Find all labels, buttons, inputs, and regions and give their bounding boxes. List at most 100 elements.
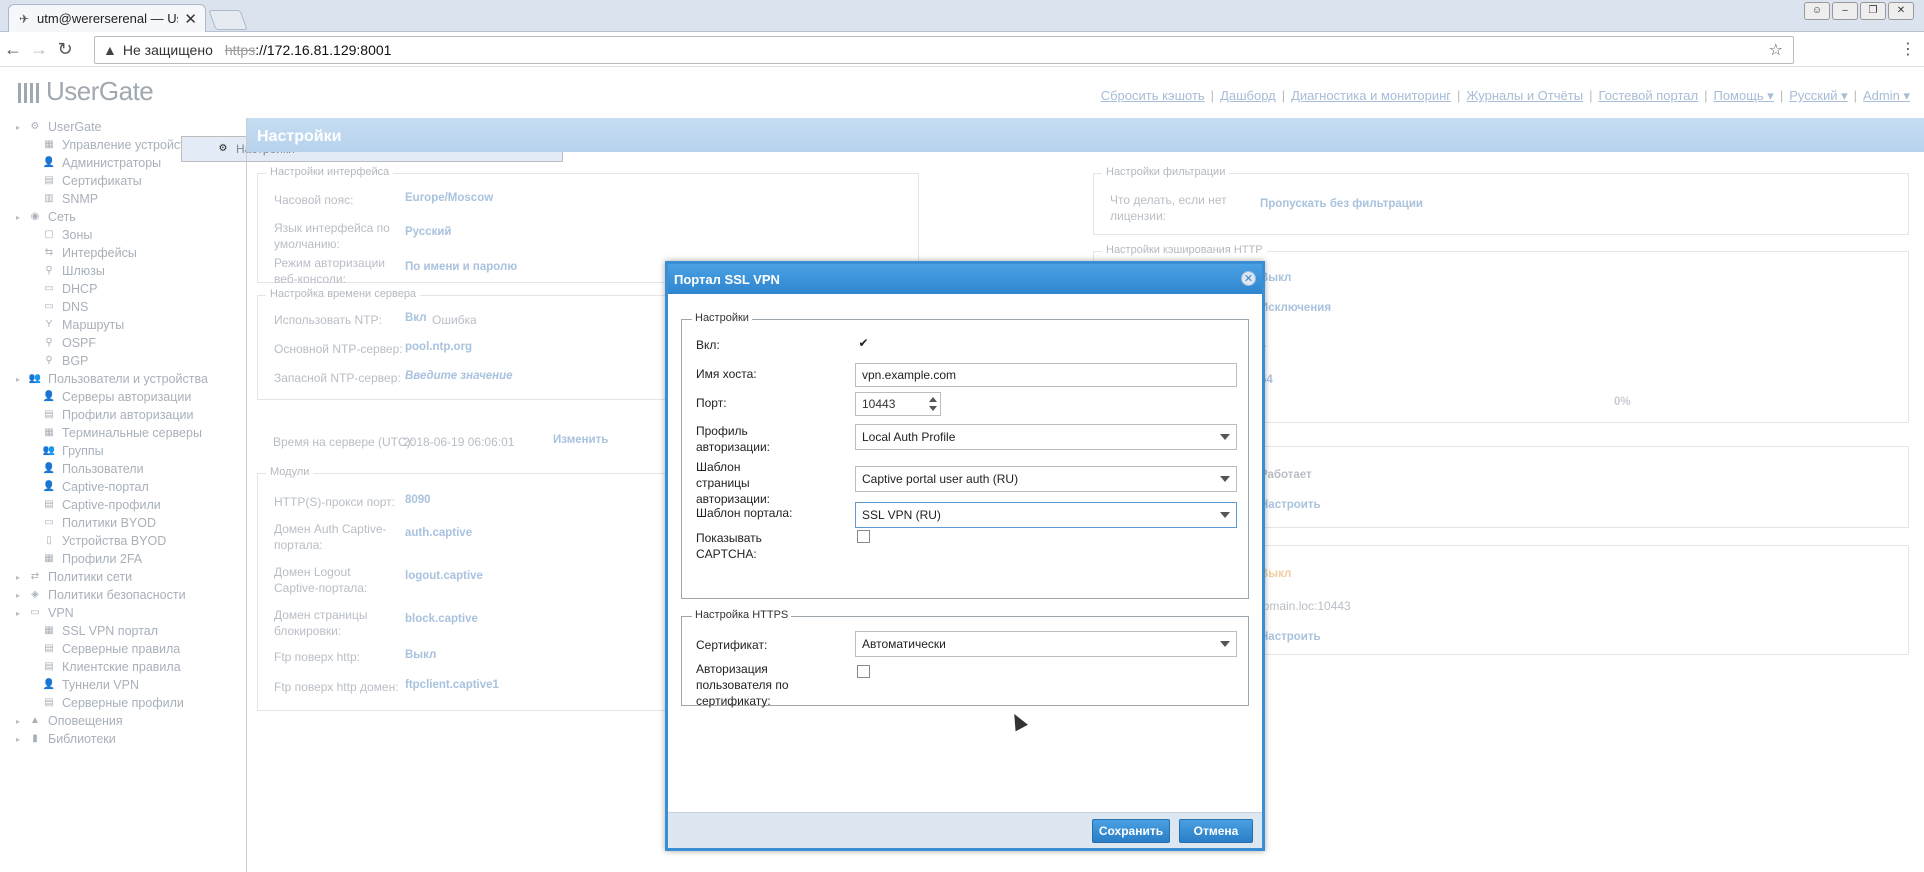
tz-value[interactable]: Europe/Moscow	[405, 192, 493, 204]
bookmark-star-icon[interactable]: ☆	[1769, 40, 1783, 60]
topnav-link[interactable]: Журналы и Отчёты	[1466, 88, 1583, 104]
topnav-link[interactable]: Диагностика и мониторинг	[1291, 88, 1451, 104]
reload-icon[interactable]: ↻	[52, 39, 78, 60]
auth-domain-value[interactable]: auth.captive	[405, 527, 472, 539]
configure-link[interactable]: Настроить	[1260, 499, 1321, 511]
cancel-button[interactable]: Отмена	[1179, 819, 1253, 843]
sidebar-item[interactable]: ▤ Клиентские правила	[8, 658, 246, 676]
ntp-value[interactable]: Вкл	[405, 312, 427, 324]
sidebar-item[interactable]: 👤 Серверы авторизации	[8, 388, 246, 406]
sidebar-item[interactable]: ▸ 👥 Пользователи и устройства	[8, 370, 246, 388]
enabled-checkbox[interactable]: ✔	[857, 337, 870, 351]
expand-icon[interactable]: ▸	[16, 573, 26, 582]
expand-icon[interactable]: ▸	[16, 609, 26, 618]
hostname-input[interactable]: vpn.example.com	[855, 363, 1237, 387]
port-stepper[interactable]: 10443	[855, 392, 941, 416]
user-icon[interactable]: ☺	[1804, 2, 1830, 20]
captcha-checkbox[interactable]	[857, 530, 870, 543]
sidebar-item[interactable]: ▦ Профили 2FA	[8, 550, 246, 568]
sidebar-item[interactable]: ▸ ▮ Библиотеки	[8, 730, 246, 748]
sidebar-item[interactable]: ▸ ▭ VPN	[8, 604, 246, 622]
sidebar-item[interactable]: ⚲ OSPF	[8, 334, 246, 352]
server-time-label: Время на сервере (UTC):	[273, 435, 414, 449]
stepper-up-icon[interactable]	[929, 397, 937, 402]
certificate-value: Автоматически	[862, 637, 946, 651]
sidebar-item[interactable]: 👥 Группы	[8, 442, 246, 460]
expand-icon[interactable]: ▸	[16, 591, 26, 600]
sidebar-item-icon: ▢	[44, 229, 54, 240]
portal-template-select[interactable]: SSL VPN (RU)	[855, 502, 1237, 528]
maximize-button[interactable]: ❐	[1860, 2, 1886, 20]
ftp-value[interactable]: Выкл	[405, 649, 436, 661]
sidebar-item[interactable]: ▤ Серверные правила	[8, 640, 246, 658]
sidebar-item[interactable]: ⚲ Шлюзы	[8, 262, 246, 280]
auth-value[interactable]: По имени и паролю	[405, 261, 517, 273]
expand-icon[interactable]: ▸	[16, 375, 26, 384]
sidebar-item[interactable]: ▤ Серверные профили	[8, 694, 246, 712]
sidebar-item[interactable]: ▸ ▲ Оповещения	[8, 712, 246, 730]
sidebar-item[interactable]: ▤ Профили авторизации	[8, 406, 246, 424]
ftp-domain-value[interactable]: ftpclient.captive1	[405, 679, 499, 691]
lang-label: Язык интерфейса по умолчанию:	[274, 221, 390, 251]
sidebar-item-icon: ▤	[44, 643, 54, 654]
license-value[interactable]: Пропускать без фильтрации	[1260, 198, 1423, 210]
sidebar-item[interactable]: ▢ Зоны	[8, 226, 246, 244]
sidebar-item-label: Политики безопасности	[48, 588, 186, 602]
topnav-link[interactable]: Гостевой портал	[1598, 88, 1698, 104]
ntp-backup-value[interactable]: Введите значение	[405, 370, 513, 382]
sidebar-item[interactable]: ▤ Captive-профили	[8, 496, 246, 514]
topnav-link[interactable]: Admin ▾	[1863, 88, 1910, 104]
vpn-configure-link[interactable]: Настроить	[1260, 631, 1321, 643]
expand-icon[interactable]: ▸	[16, 717, 26, 726]
sidebar-item[interactable]: ⚲ BGP	[8, 352, 246, 370]
sidebar-item[interactable]: 👤 Пользователи	[8, 460, 246, 478]
sidebar-item[interactable]: ⇆ Интерфейсы	[8, 244, 246, 262]
new-tab-button[interactable]	[208, 10, 248, 30]
topnav-link[interactable]: Помощь ▾	[1713, 88, 1773, 104]
topnav-link[interactable]: Русский ▾	[1789, 88, 1847, 104]
ntp-main-value[interactable]: pool.ntp.org	[405, 341, 472, 353]
sidebar-item[interactable]: ▥ SNMP	[8, 190, 246, 208]
sidebar-item[interactable]: ▸ ◈ Политики безопасности	[8, 586, 246, 604]
block-domain-value[interactable]: block.captive	[405, 613, 478, 625]
minimize-button[interactable]: –	[1832, 2, 1858, 20]
sidebar-item[interactable]: ▸ ⇄ Политики сети	[8, 568, 246, 586]
tab-close-icon[interactable]: ✕	[184, 10, 197, 28]
auth-profile-select[interactable]: Local Auth Profile	[855, 424, 1237, 450]
sidebar-item[interactable]: Y Маршруты	[8, 316, 246, 334]
certificate-select[interactable]: Автоматически	[855, 631, 1237, 657]
cache-exceptions-link[interactable]: Исключения	[1260, 302, 1331, 314]
sidebar-item[interactable]: ▸ ◉ Сеть	[8, 208, 246, 226]
expand-icon[interactable]: ▸	[16, 735, 26, 744]
change-time-link[interactable]: Изменить	[553, 434, 608, 446]
browser-menu-icon[interactable]: ⋮	[1900, 39, 1916, 59]
sidebar-item[interactable]: 👤 Captive-портал	[8, 478, 246, 496]
expand-icon[interactable]: ▸	[16, 213, 26, 222]
stepper-down-icon[interactable]	[929, 406, 937, 411]
topnav-link[interactable]: Сбросить кэшоть	[1101, 88, 1205, 104]
close-window-button[interactable]: ✕	[1888, 2, 1914, 20]
topnav-link[interactable]: Дашборд	[1220, 88, 1276, 104]
cert-auth-checkbox[interactable]	[857, 665, 870, 678]
sidebar-item[interactable]: ▭ Политики BYOD	[8, 514, 246, 532]
sidebar-item[interactable]: 👤 Туннели VPN	[8, 676, 246, 694]
sidebar-item[interactable]: ▭ DHCP	[8, 280, 246, 298]
browser-tab[interactable]: ✈ utm@wererserenal — Us ✕	[8, 4, 206, 32]
save-button[interactable]: Сохранить	[1092, 819, 1170, 843]
url-input[interactable]: ▲ Не защищено https ://172.16.81.129:800…	[94, 36, 1794, 64]
sidebar-item[interactable]: ▸ ⚙ UserGate	[8, 118, 246, 136]
sidebar-item[interactable]: ▯ Устройства BYOD	[8, 532, 246, 550]
tab-favicon-icon: ✈	[18, 11, 30, 26]
sidebar-item[interactable]: ▦ Терминальные серверы	[8, 424, 246, 442]
lang-value[interactable]: Русский	[405, 226, 451, 238]
expand-icon[interactable]: ▸	[16, 123, 26, 132]
close-icon[interactable]: ✕	[1241, 271, 1256, 286]
forward-icon[interactable]: →	[26, 39, 52, 60]
sidebar-item[interactable]: ▤ Сертификаты	[8, 172, 246, 190]
auth-template-select[interactable]: Captive portal user auth (RU)	[855, 466, 1237, 492]
sidebar-item[interactable]: ▭ DNS	[8, 298, 246, 316]
back-icon[interactable]: ←	[0, 39, 26, 60]
sidebar-item[interactable]: ▦ SSL VPN портал	[8, 622, 246, 640]
proxy-value[interactable]: 8090	[405, 494, 431, 506]
logout-domain-value[interactable]: logout.captive	[405, 570, 483, 582]
